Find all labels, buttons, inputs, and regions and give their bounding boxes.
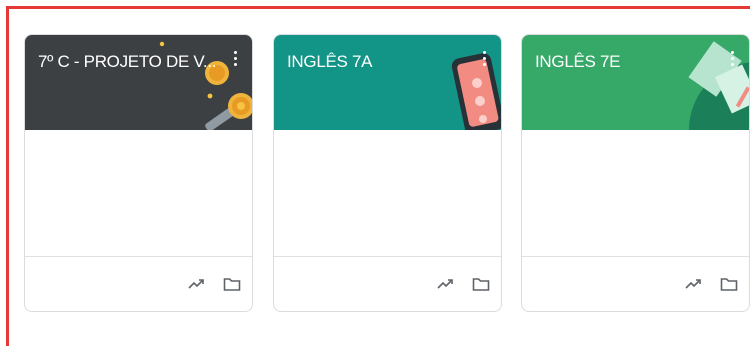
more-vert-icon[interactable] (483, 51, 487, 67)
class-card-ingles-7e[interactable]: INGLÊS 7E (521, 34, 750, 312)
card-footer (522, 256, 749, 311)
folder-icon[interactable] (222, 274, 242, 294)
card-title[interactable]: 7º C - PROJETO DE V... (38, 52, 216, 72)
trending-up-icon[interactable] (186, 274, 206, 294)
folder-icon[interactable] (719, 274, 739, 294)
card-footer (25, 256, 252, 311)
card-title[interactable]: INGLÊS 7A (287, 52, 372, 72)
card-title[interactable]: INGLÊS 7E (535, 52, 620, 72)
folder-icon[interactable] (471, 274, 491, 294)
class-card-7c-projeto[interactable]: 7º C - PROJETO DE V... (24, 34, 253, 312)
more-vert-icon[interactable] (234, 51, 238, 67)
card-banner[interactable]: INGLÊS 7E (522, 35, 749, 130)
trending-up-icon[interactable] (435, 274, 455, 294)
card-footer (274, 256, 501, 311)
card-banner[interactable]: 7º C - PROJETO DE V... (25, 35, 252, 130)
papers-icon (688, 41, 749, 130)
trending-up-icon[interactable] (683, 274, 703, 294)
class-card-ingles-7a[interactable]: INGLÊS 7A (273, 34, 502, 312)
more-vert-icon[interactable] (731, 51, 735, 67)
coins-icon (159, 41, 252, 130)
phone-icon (451, 53, 501, 130)
card-banner[interactable]: INGLÊS 7A (274, 35, 501, 130)
